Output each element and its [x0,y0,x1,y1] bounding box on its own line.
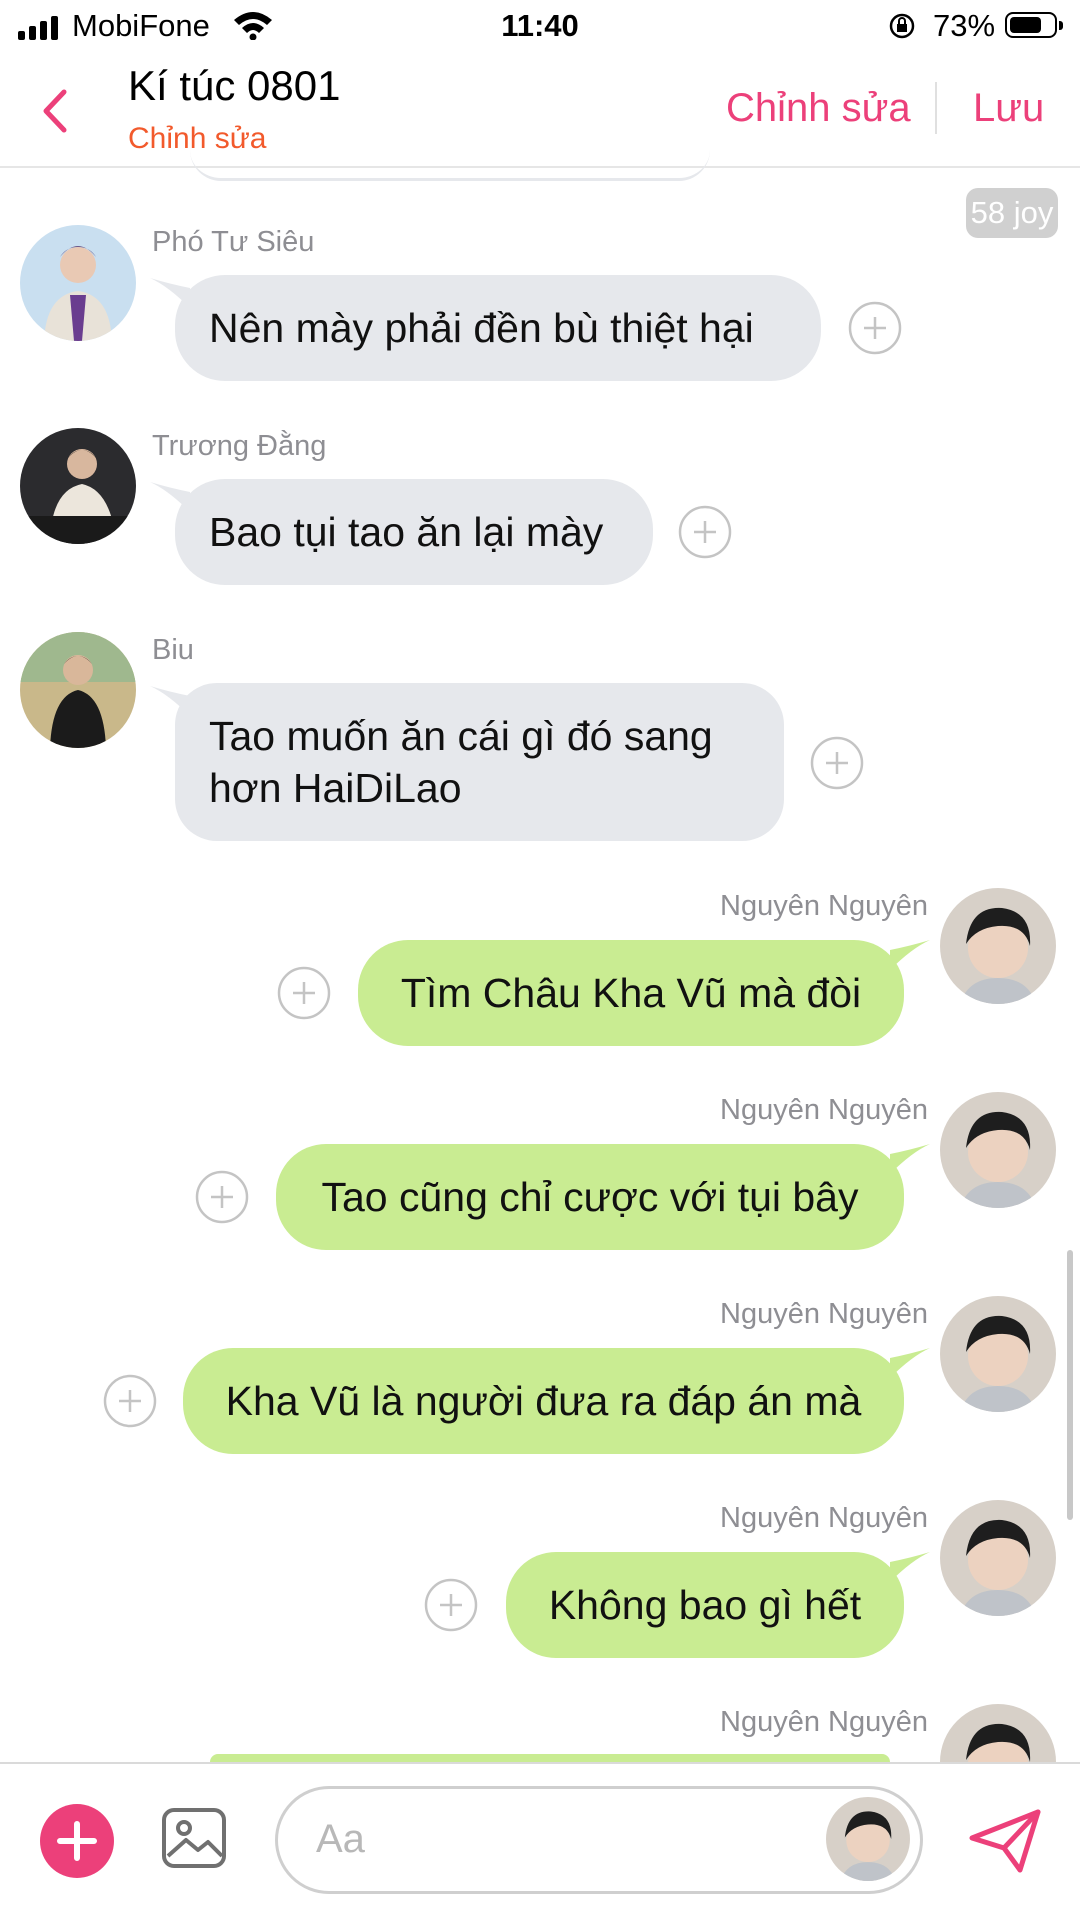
avatar[interactable] [940,1500,1056,1616]
orientation-lock-icon [889,13,915,39]
add-button[interactable] [40,1804,114,1878]
sender-name: Nguyên Nguyên [720,1094,928,1126]
page-title: Kí túc 0801 [128,62,341,109]
plus-icon [57,1821,97,1861]
status-bar: MobiFone 11:40 73% [0,0,1080,56]
sender-name: Nguyên Nguyên [720,1502,928,1534]
message-bubble[interactable]: Tìm Châu Kha Vũ mà đòi [358,940,904,1046]
message-bubble[interactable]: Tao muốn ăn cái gì đó sang hơn HaiDiLao [175,683,784,841]
save-button[interactable]: Lưu [973,86,1044,131]
message-input-placeholder: Aa [316,1817,365,1861]
message-input[interactable]: Aa [275,1786,923,1894]
add-reaction-icon[interactable] [424,1578,478,1632]
add-reaction-icon[interactable] [678,505,732,559]
header-divider [935,82,937,134]
clock: 11:40 [501,8,579,43]
add-reaction-icon[interactable] [195,1170,249,1224]
back-chevron-icon[interactable] [36,86,76,136]
avatar[interactable] [940,1092,1056,1208]
avatar[interactable] [20,225,136,341]
add-reaction-icon[interactable] [848,301,902,355]
avatar[interactable] [940,1296,1056,1412]
message-bubble[interactable] [210,1754,890,1762]
joy-badge: 58 joy [966,188,1058,238]
add-reaction-icon[interactable] [103,1374,157,1428]
message-bubble[interactable]: Bao tụi tao ăn lại mày [175,479,653,585]
partial-message-bubble [190,150,710,181]
image-icon[interactable] [160,1804,228,1872]
sender-name: Phó Tư Siêu [152,226,315,258]
composer-bar: Aa [0,1762,1080,1922]
battery-icon [1005,12,1063,38]
message-bubble[interactable]: Không bao gì hết [506,1552,904,1658]
message-bubble[interactable]: Tao cũng chỉ cược với tụi bây [276,1144,904,1250]
sender-name: Nguyên Nguyên [720,1298,928,1330]
sender-name: Nguyên Nguyên [720,890,928,922]
sender-name: Biu [152,634,194,666]
avatar[interactable] [826,1797,910,1881]
avatar[interactable] [940,1704,1056,1762]
sender-name: Trương Đằng [152,430,327,462]
avatar[interactable] [20,632,136,748]
message-bubble[interactable]: Nên mày phải đền bù thiệt hại [175,275,821,381]
battery-percentage: 73% [933,8,996,43]
edit-button[interactable]: Chỉnh sửa [726,86,911,131]
add-reaction-icon[interactable] [810,736,864,790]
message-bubble[interactable]: Kha Vũ là người đưa ra đáp án mà [183,1348,904,1454]
scrollbar[interactable] [1067,1250,1073,1520]
avatar[interactable] [20,428,136,544]
add-reaction-icon[interactable] [277,966,331,1020]
avatar[interactable] [940,888,1056,1004]
send-icon[interactable] [968,1808,1042,1874]
sender-name: Nguyên Nguyên [720,1706,928,1738]
